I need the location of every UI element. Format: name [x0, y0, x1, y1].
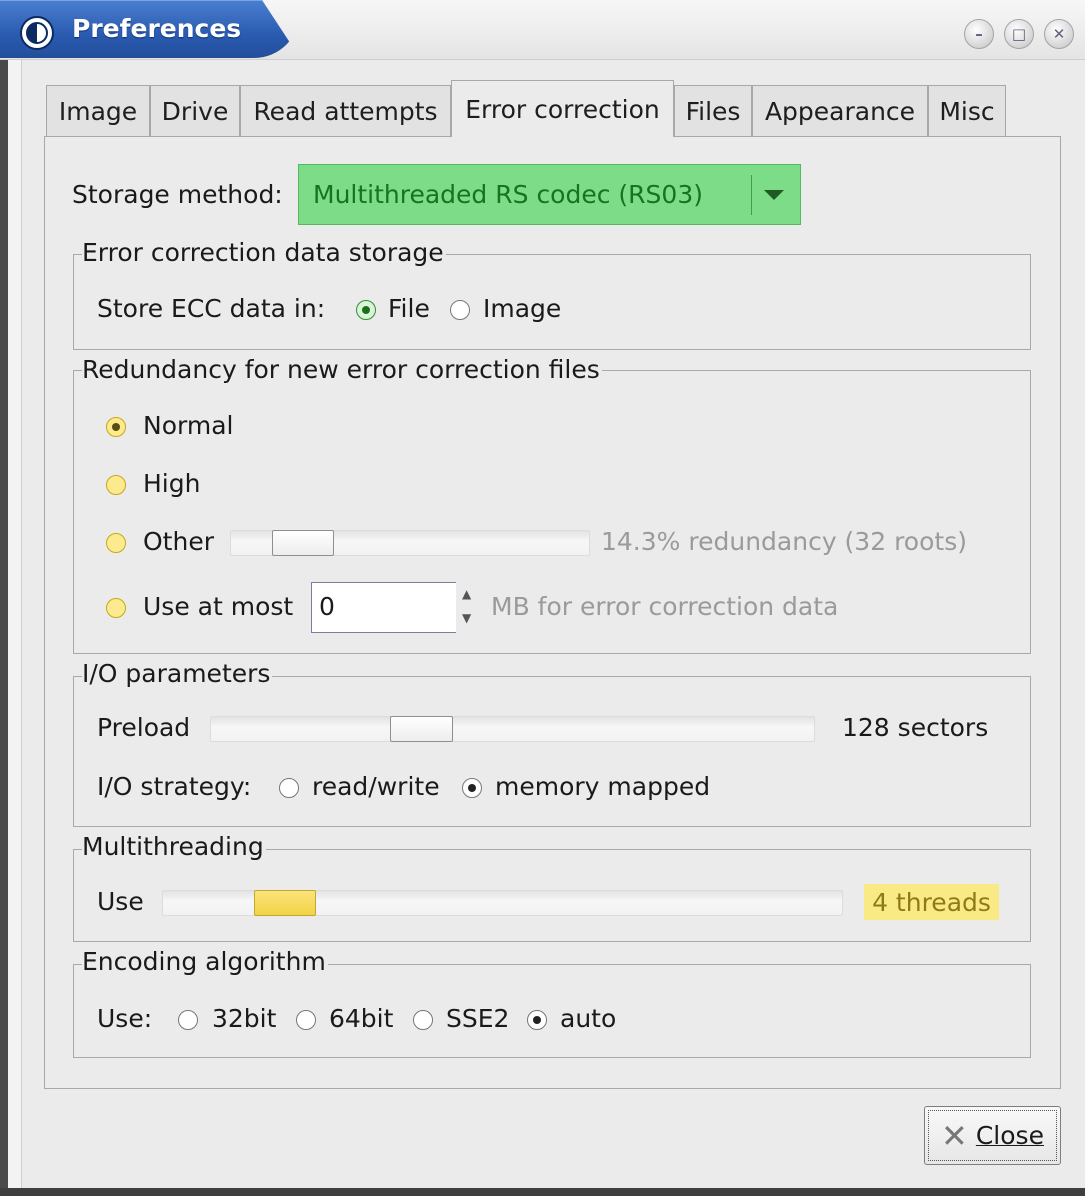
radio-normal[interactable] [106, 417, 126, 437]
radio-sse2-label[interactable]: SSE2 [446, 1004, 509, 1034]
radio-use-at-most-label[interactable]: Use at most [143, 592, 293, 622]
tab-label: Error correction [465, 94, 660, 124]
app-icon [20, 16, 54, 50]
radio-sse2[interactable] [413, 1010, 433, 1030]
tab-label: Files [685, 96, 741, 126]
ecc-storage-title: Error correction data storage [82, 238, 446, 268]
radio-read-write-label[interactable]: read/write [312, 772, 440, 802]
radio-other-label[interactable]: Other [143, 527, 214, 557]
threads-slider-handle[interactable] [254, 890, 316, 916]
storage-method-label: Storage method: [72, 180, 283, 209]
io-title: I/O parameters [82, 659, 273, 689]
minimize-icon[interactable]: – [964, 19, 994, 49]
window-border-inner [8, 60, 22, 1196]
io-strategy-label: I/O strategy: [97, 772, 252, 801]
tab-label: Misc [939, 96, 995, 126]
preload-slider-handle[interactable] [390, 716, 453, 742]
radio-32bit-label[interactable]: 32bit [212, 1004, 276, 1034]
tab-appearance[interactable]: Appearance [752, 85, 928, 136]
encoding-use-label: Use: [97, 1004, 153, 1033]
tab-image[interactable]: Image [46, 85, 150, 136]
redundancy-slider-handle[interactable] [272, 530, 334, 556]
radio-high-label[interactable]: High [143, 469, 200, 499]
window-title: Preferences [72, 14, 242, 43]
focus-ring [928, 1110, 1057, 1161]
radio-ecc-file[interactable] [356, 300, 376, 320]
store-ecc-label: Store ECC data in: [97, 294, 326, 323]
dropdown-separator [751, 174, 752, 215]
tab-misc[interactable]: Misc [928, 85, 1006, 136]
radio-auto[interactable] [527, 1010, 547, 1030]
radio-memory-mapped-label[interactable]: memory mapped [495, 772, 710, 802]
spin-up-icon[interactable]: ▲ [462, 588, 471, 600]
radio-read-write[interactable] [279, 778, 299, 798]
close-icon[interactable]: ✕ [1044, 19, 1074, 49]
redundancy-title: Redundancy for new error correction file… [82, 355, 602, 385]
close-button[interactable]: ✕ Close [924, 1106, 1061, 1165]
tab-label: Drive [161, 96, 229, 126]
radio-use-at-most[interactable] [106, 598, 126, 618]
threads-value: 4 threads [864, 884, 999, 920]
tab-read-attempts[interactable]: Read attempts [240, 85, 451, 136]
radio-64bit-label[interactable]: 64bit [329, 1004, 393, 1034]
radio-32bit[interactable] [178, 1010, 198, 1030]
preload-slider[interactable] [210, 716, 815, 742]
radio-other[interactable] [106, 533, 126, 553]
radio-ecc-image-label[interactable]: Image [483, 294, 561, 324]
storage-method-dropdown[interactable]: Multithreaded RS codec (RS03) [298, 164, 801, 225]
tab-label: Read attempts [253, 96, 438, 126]
encoding-title: Encoding algorithm [82, 947, 328, 977]
multithreading-title: Multithreading [82, 832, 266, 862]
spin-down-icon[interactable]: ▼ [462, 612, 471, 624]
radio-normal-label[interactable]: Normal [143, 411, 233, 441]
max-size-suffix: MB for error correction data [491, 592, 839, 621]
storage-method-value: Multithreaded RS codec (RS03) [313, 180, 703, 209]
window-border-bottom [0, 1188, 1085, 1196]
radio-memory-mapped[interactable] [462, 778, 482, 798]
radio-64bit[interactable] [296, 1010, 316, 1030]
chevron-down-icon [764, 189, 784, 200]
io-group [73, 676, 1031, 827]
tab-label: Image [58, 96, 138, 126]
radio-auto-label[interactable]: auto [560, 1004, 616, 1034]
preload-label: Preload [97, 713, 191, 742]
tab-label: Appearance [764, 96, 916, 126]
maximize-icon[interactable]: □ [1004, 19, 1034, 49]
window-border-left [0, 60, 8, 1196]
max-size-value[interactable]: 0 [319, 592, 335, 622]
tab-drive[interactable]: Drive [150, 85, 240, 136]
radio-ecc-file-label[interactable]: File [388, 294, 430, 324]
tab-error-correction[interactable]: Error correction [451, 80, 674, 137]
tab-files[interactable]: Files [674, 85, 752, 136]
preload-value: 128 sectors [842, 713, 989, 742]
threads-use-label: Use [97, 887, 144, 916]
redundancy-value: 14.3% redundancy (32 roots) [601, 527, 967, 556]
radio-high[interactable] [106, 475, 126, 495]
radio-ecc-image[interactable] [450, 300, 470, 320]
